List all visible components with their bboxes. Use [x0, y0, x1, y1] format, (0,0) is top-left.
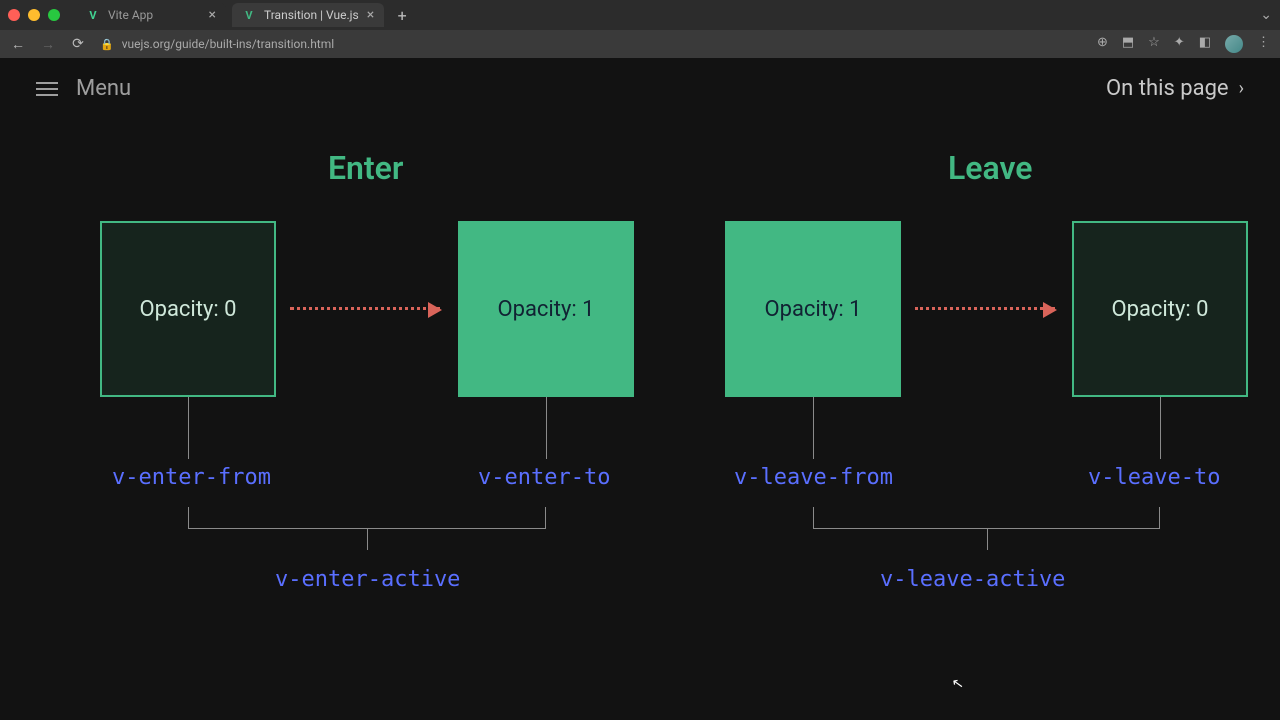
close-window-button[interactable] [8, 9, 20, 21]
profile-avatar[interactable] [1225, 35, 1243, 53]
tab-overflow-icon[interactable]: ⌄ [1260, 7, 1272, 23]
v-enter-active-label: v-enter-active [275, 567, 460, 592]
minimize-window-button[interactable] [28, 9, 40, 21]
enter-to-box: Opacity: 1 [458, 221, 634, 397]
tab-title: Transition | Vue.js [264, 8, 359, 22]
window-controls [8, 9, 60, 21]
connector-line [188, 397, 189, 459]
vue-favicon-icon: V [242, 8, 256, 22]
extensions-icon[interactable]: ✦ [1174, 35, 1185, 53]
address-bar[interactable]: 🔒 vuejs.org/guide/built-ins/transition.h… [100, 37, 1083, 51]
leave-bracket-line [813, 507, 1160, 529]
new-tab-button[interactable]: + [390, 6, 414, 25]
enter-arrow-icon [290, 307, 440, 310]
menu-button[interactable]: Menu [36, 76, 131, 101]
leave-title: Leave [948, 149, 1033, 187]
url-text: vuejs.org/guide/built-ins/transition.htm… [122, 37, 334, 51]
tab-title: Vite App [108, 8, 153, 22]
install-app-icon[interactable]: ⬒ [1122, 35, 1134, 53]
tab-strip: V Vite App × V Transition | Vue.js × + ⌄ [0, 0, 1280, 30]
zoom-icon[interactable]: ⊕ [1097, 35, 1108, 53]
maximize-window-button[interactable] [48, 9, 60, 21]
enter-title: Enter [328, 149, 403, 187]
reload-button[interactable]: ⟳ [70, 36, 86, 52]
v-leave-to-label: v-leave-to [1088, 465, 1220, 490]
leave-arrow-icon [915, 307, 1055, 310]
connector-line [546, 397, 547, 459]
v-leave-from-label: v-leave-from [734, 465, 893, 490]
transition-classes-diagram: Enter Leave Opacity: 0 Opacity: 1 Opacit… [40, 129, 1240, 649]
url-bar: ← → ⟳ 🔒 vuejs.org/guide/built-ins/transi… [0, 30, 1280, 58]
chevron-right-icon: › [1239, 78, 1244, 99]
lock-icon: 🔒 [100, 38, 114, 51]
bookmark-icon[interactable]: ☆ [1148, 35, 1160, 53]
enter-from-box: Opacity: 0 [100, 221, 276, 397]
vite-favicon-icon: V [86, 8, 100, 22]
side-panel-icon[interactable]: ◧ [1199, 35, 1211, 53]
kebab-menu-icon[interactable]: ⋮ [1257, 35, 1270, 53]
enter-bracket-line [188, 507, 546, 529]
forward-button[interactable]: → [40, 36, 56, 53]
close-tab-icon[interactable]: × [209, 7, 216, 23]
back-button[interactable]: ← [10, 36, 26, 53]
hamburger-icon [36, 82, 58, 96]
leave-from-box: Opacity: 1 [725, 221, 901, 397]
close-tab-icon[interactable]: × [367, 7, 374, 23]
browser-tab-vue-transition[interactable]: V Transition | Vue.js × [232, 3, 384, 27]
menu-label: Menu [76, 76, 131, 101]
on-this-page-label: On this page [1106, 76, 1229, 101]
v-enter-to-label: v-enter-to [478, 465, 610, 490]
connector-line [813, 397, 814, 459]
v-enter-from-label: v-enter-from [112, 465, 271, 490]
on-this-page-button[interactable]: On this page › [1106, 76, 1244, 101]
leave-to-box: Opacity: 0 [1072, 221, 1248, 397]
cursor-icon: ↖ [951, 675, 965, 693]
v-leave-active-label: v-leave-active [880, 567, 1065, 592]
browser-tab-vite-app[interactable]: V Vite App × [76, 3, 226, 27]
connector-line [1160, 397, 1161, 459]
